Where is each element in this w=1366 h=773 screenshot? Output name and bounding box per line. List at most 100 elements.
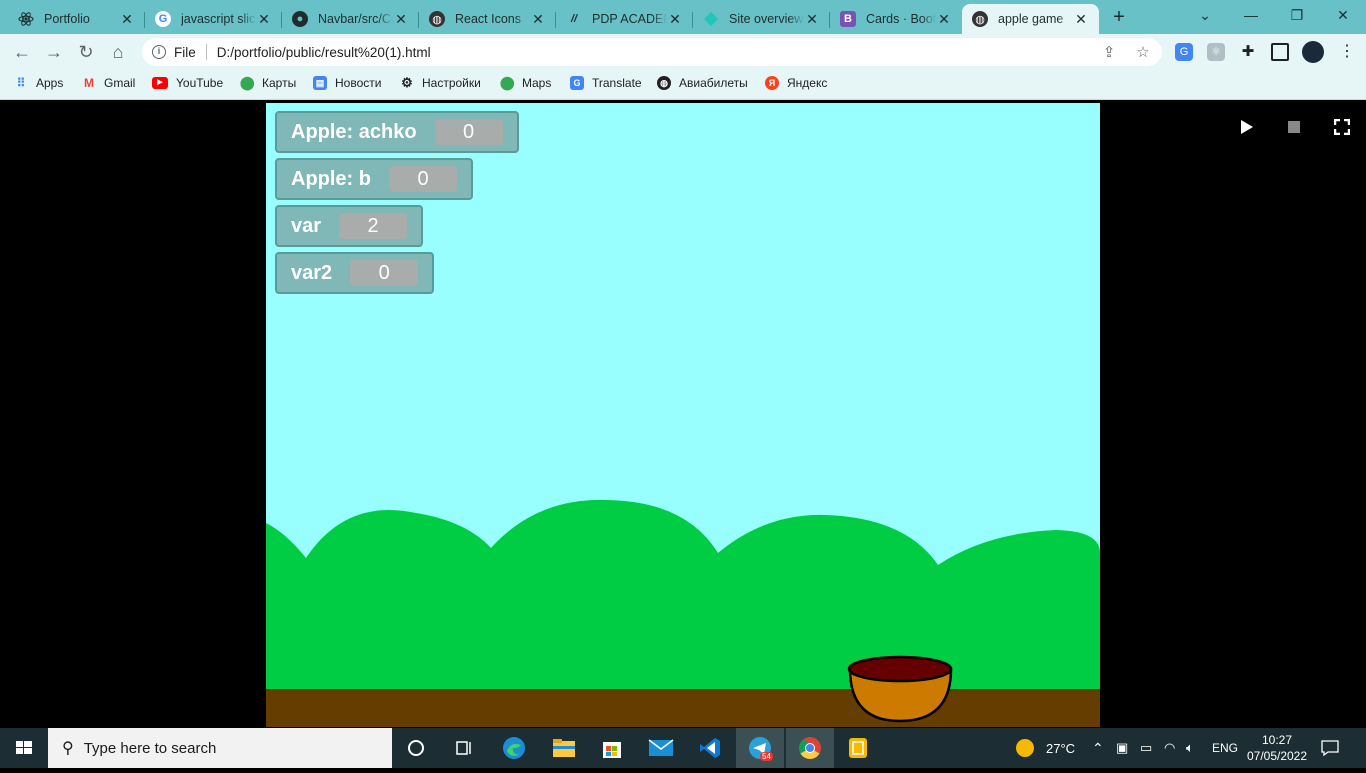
battery-icon[interactable]: ▭: [1140, 728, 1152, 768]
variable-monitor-var2: var2 0: [275, 252, 435, 294]
close-tab-icon[interactable]: ✕: [530, 11, 546, 28]
bookmark-gmail[interactable]: M Gmail: [82, 76, 135, 90]
profile-avatar[interactable]: [1302, 41, 1324, 63]
volume-icon[interactable]: 🔈︎: [1186, 728, 1194, 768]
close-window-button[interactable]: ✕: [1320, 4, 1366, 26]
bookmark-yandex[interactable]: Я Яндекс: [765, 76, 827, 90]
tab-javascript-slice[interactable]: G javascript slice ✕: [145, 4, 282, 34]
close-tab-icon[interactable]: ✕: [667, 11, 683, 28]
bookmark-label: Новости: [335, 76, 382, 90]
close-tab-icon[interactable]: ✕: [393, 11, 409, 28]
minimize-button[interactable]: —: [1228, 4, 1274, 26]
address-bar[interactable]: i File D:/portfolio/public/result%20(1).…: [142, 38, 1162, 66]
more-menu-icon[interactable]: ⋮: [1338, 43, 1356, 61]
ground: [266, 689, 1100, 727]
gear-icon: ⚙: [401, 75, 413, 90]
vscode-icon[interactable]: [686, 728, 734, 768]
close-tab-icon[interactable]: ✕: [119, 11, 135, 28]
weather-temperature: 27°C: [1046, 740, 1076, 756]
side-panel-icon[interactable]: [1271, 43, 1289, 61]
chrome-icon[interactable]: [786, 728, 834, 768]
bookmark-star-icon[interactable]: ☆: [1134, 44, 1152, 62]
restore-button[interactable]: ❐: [1274, 4, 1320, 26]
forward-arrow-icon[interactable]: →: [42, 40, 66, 64]
close-tab-icon[interactable]: ✕: [804, 11, 820, 28]
back-arrow-icon[interactable]: ←: [10, 40, 34, 64]
bookmark-label: Яндекс: [787, 76, 828, 90]
google-translate-extension-icon[interactable]: G: [1175, 43, 1193, 61]
reload-icon[interactable]: ↻: [74, 40, 98, 64]
globe-icon: ◍: [429, 11, 445, 27]
close-tab-icon[interactable]: ✕: [1073, 11, 1089, 28]
edge-icon[interactable]: [490, 728, 538, 768]
address-url[interactable]: D:/portfolio/public/result%20(1).html: [217, 45, 431, 60]
fullscreen-icon[interactable]: [1333, 118, 1351, 140]
gmail-icon: M: [84, 76, 94, 90]
apps-grid-icon: ⠿: [16, 76, 26, 90]
notification-center-icon[interactable]: [1320, 728, 1340, 768]
sun-icon: [1016, 739, 1034, 757]
tab-site-overview[interactable]: Site overview ✕: [693, 4, 830, 34]
new-tab-button[interactable]: +: [1108, 6, 1130, 28]
bookmark-youtube[interactable]: ▶ YouTube: [152, 76, 223, 90]
windows-logo-icon: [16, 741, 32, 754]
tray-chevron-icon[interactable]: ⌃: [1092, 728, 1104, 768]
play-icon[interactable]: [1240, 119, 1254, 140]
bookmark-label: Maps: [522, 76, 552, 90]
bookmark-karty[interactable]: ⬤ Карты: [240, 75, 296, 91]
bookmark-label: YouTube: [176, 76, 224, 90]
search-placeholder: Type here to search: [83, 739, 217, 757]
game-stage[interactable]: Apple: achko 0 Apple: b 0 var 2 var2 0: [266, 103, 1100, 727]
extensions-puzzle-icon[interactable]: ✚: [1239, 43, 1257, 61]
microsoft-store-icon[interactable]: [588, 728, 636, 768]
translate-icon: G: [570, 76, 584, 90]
maps-pin-icon: ⬤: [240, 75, 255, 90]
tab-title: Navbar/src/Co: [318, 12, 393, 26]
bookmark-nastroyki[interactable]: ⚙ Настройки: [400, 75, 481, 91]
monitor-value: 0: [350, 260, 419, 286]
taskbar-search-box[interactable]: ⚲ Type here to search: [48, 728, 392, 768]
stop-icon[interactable]: [1287, 120, 1301, 139]
input-language[interactable]: ENG: [1212, 728, 1238, 768]
notes-app-icon[interactable]: [834, 728, 882, 768]
monitor-label: var2: [291, 261, 333, 284]
netlify-icon: [703, 11, 719, 27]
pdp-icon: //: [570, 13, 578, 25]
tab-portfolio[interactable]: Portfolio ✕: [8, 4, 145, 34]
bookmark-translate[interactable]: G Translate: [570, 76, 642, 90]
site-info-icon[interactable]: i: [152, 45, 166, 59]
task-view-icon[interactable]: [440, 728, 488, 768]
bookmark-maps[interactable]: ⬤ Maps: [500, 76, 552, 91]
tab-pdp-academy[interactable]: // PDP ACADEMY ✕: [556, 4, 693, 34]
github-icon: ●: [292, 11, 308, 27]
telegram-icon[interactable]: 54: [736, 728, 784, 768]
meet-now-icon[interactable]: ▣: [1116, 728, 1128, 768]
tab-react-icons[interactable]: ◍ React Icons ✕: [419, 4, 556, 34]
react-devtools-extension-icon[interactable]: ⚛: [1207, 43, 1225, 61]
bookmark-novosti[interactable]: ▤ Новости: [313, 76, 381, 90]
tab-search-chevron-icon[interactable]: ⌄: [1182, 4, 1228, 26]
close-tab-icon[interactable]: ✕: [936, 11, 952, 28]
language-label: ENG: [1212, 741, 1239, 755]
cortana-icon[interactable]: [392, 728, 440, 768]
tab-cards-bootstrap[interactable]: B Cards · Bootstrap ✕: [830, 4, 962, 34]
bookmarks-bar: ⠿ Apps M Gmail ▶ YouTube ⬤ Карты ▤ Новос…: [0, 70, 1366, 100]
tab-apple-game[interactable]: ◍ apple game ✕: [962, 4, 1099, 34]
home-icon[interactable]: ⌂: [106, 40, 130, 64]
mail-icon[interactable]: [637, 728, 685, 768]
basket: [847, 655, 953, 723]
globe-icon: ◍: [657, 76, 671, 90]
start-button[interactable]: [0, 728, 48, 768]
clock-time: 10:27: [1261, 733, 1293, 747]
weather-widget[interactable]: 27°C: [1014, 728, 1075, 768]
tab-title: Site overview: [729, 12, 804, 26]
bookmark-aviabilety[interactable]: ◍ Авиабилеты: [657, 76, 748, 90]
file-explorer-icon[interactable]: [540, 728, 588, 768]
close-tab-icon[interactable]: ✕: [256, 11, 272, 28]
share-icon[interactable]: ⇪: [1100, 44, 1118, 62]
clock[interactable]: 10:27 07/05/2022: [1247, 728, 1307, 768]
tab-github-navbar[interactable]: ● Navbar/src/Co ✕: [282, 4, 419, 34]
wifi-icon[interactable]: ◠: [1164, 728, 1175, 768]
bookmark-apps[interactable]: ⠿ Apps: [14, 76, 64, 90]
tab-title: PDP ACADEMY: [592, 12, 667, 26]
